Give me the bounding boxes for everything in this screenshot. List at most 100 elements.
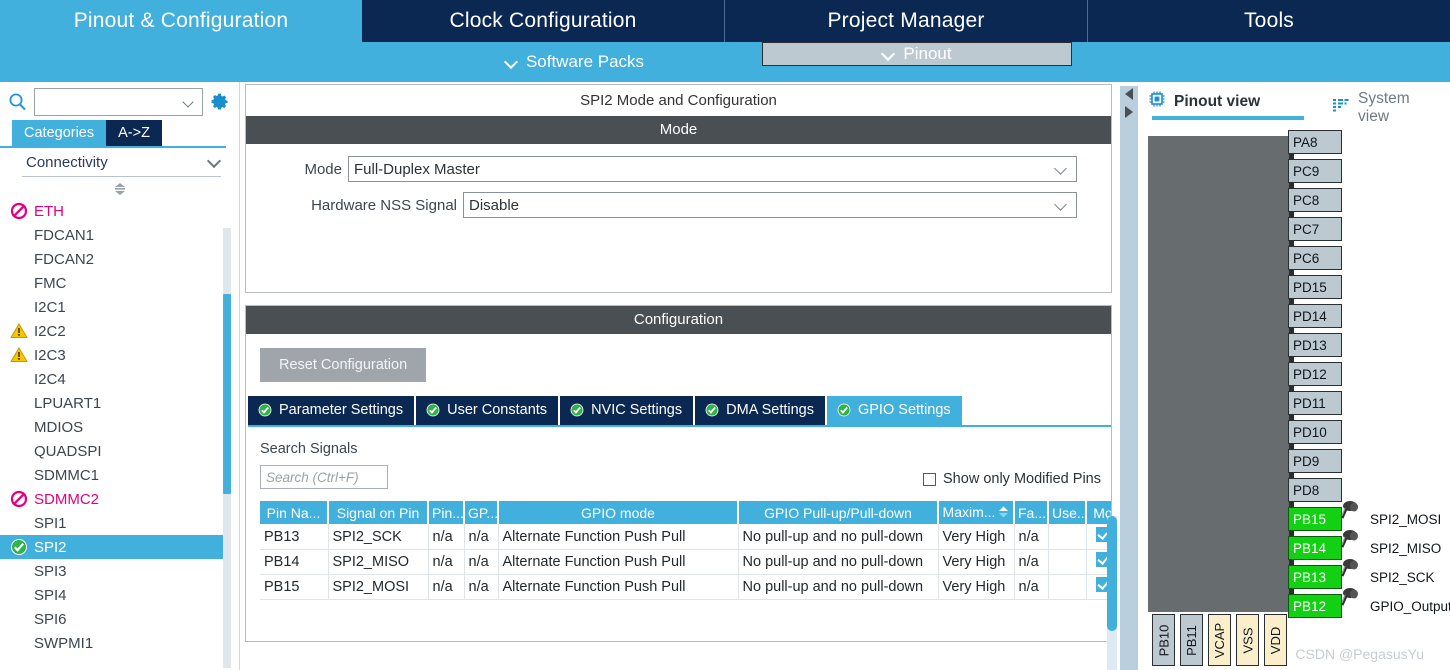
cell-gpio-pull[interactable]: No pull-up and no pull-down (738, 524, 939, 550)
chip-diagram[interactable]: PA8 PC9 PC8 PC7 PC6 PD15 PD14 PD13 PD12 PD11 PD10 P… (1148, 130, 1450, 670)
cell-gpio-mode[interactable]: Alternate Function Push Pull (498, 524, 739, 550)
chip-pin-PC8[interactable]: PC8 (1288, 188, 1342, 212)
table-row[interactable]: PB14 SPI2_MISO n/a n/a Alternate Function Pu… (260, 549, 1111, 575)
sidebar-item-i2c2[interactable]: I2C2 (0, 319, 239, 343)
chip-pin-PD10[interactable]: PD10 (1288, 420, 1342, 444)
chip-pin-PD11[interactable]: PD11 (1288, 391, 1342, 415)
tab-project-manager[interactable]: Project Manager (725, 0, 1088, 42)
gpio-table-header-2[interactable]: Pin... (428, 501, 465, 525)
chip-pin-PD14[interactable]: PD14 (1288, 304, 1342, 328)
gpio-table-header-1[interactable]: Signal on Pin (328, 501, 429, 525)
cell-user-label[interactable] (1048, 524, 1087, 550)
sidebar-item-i2c1[interactable]: I2C1 (0, 295, 239, 319)
cell-pin-context[interactable]: n/a (428, 524, 465, 550)
subnav-software-packs[interactable]: Software Packs (387, 42, 762, 82)
sidebar-item-spi2[interactable]: SPI2 (0, 535, 228, 559)
tab-clock-configuration[interactable]: Clock Configuration (362, 0, 725, 42)
table-row[interactable]: PB15 SPI2_MOSI n/a n/a Alternate Function Pu… (260, 574, 1111, 600)
chip-pin-PD9[interactable]: PD9 (1288, 449, 1342, 473)
chip-pin-PB13[interactable]: PB13 (1288, 565, 1342, 589)
sidebar-item-eth[interactable]: ETH (0, 199, 239, 223)
sidebar-item-lpuart1[interactable]: LPUART1 (0, 391, 239, 415)
chip-pin-PB14[interactable]: PB14 (1288, 536, 1342, 560)
sidebar-item-fdcan2[interactable]: FDCAN2 (0, 247, 239, 271)
cell-gpio-pull[interactable]: No pull-up and no pull-down (738, 549, 939, 575)
chip-pin-PD8[interactable]: PD8 (1288, 478, 1342, 502)
cell-maximum-speed[interactable]: Very High (938, 524, 1015, 550)
chip-bottom-pin-VSS[interactable]: VSS (1236, 614, 1259, 666)
hardware-nss-select[interactable]: Disable (463, 192, 1077, 218)
chip-bottom-pin-PB11[interactable]: PB11 (1180, 614, 1203, 666)
chip-bottom-pin-VDD[interactable]: VDD (1264, 614, 1287, 666)
sidebar-scrollbar[interactable] (223, 228, 231, 668)
chip-pin-PB12[interactable]: PB12 (1288, 594, 1342, 618)
sidebar-item-swpmi1[interactable]: SWPMI1 (0, 631, 239, 655)
splitter-expand-right-icon[interactable] (1122, 104, 1136, 125)
tab-pinout-view[interactable]: Pinout view (1138, 90, 1304, 113)
chip-pin-PB15[interactable]: PB15 (1288, 507, 1342, 531)
cell-pin-name[interactable]: PB13 (260, 524, 329, 550)
cell-gpio-output-level[interactable]: n/a (464, 574, 499, 600)
sidebar-tab-a-to-z[interactable]: A->Z (106, 120, 162, 146)
tab-system-view[interactable]: System view (1322, 90, 1432, 126)
cell-pin-context[interactable]: n/a (428, 549, 465, 575)
cell-pin-name[interactable]: PB14 (260, 549, 329, 575)
cell-gpio-output-level[interactable]: n/a (464, 549, 499, 575)
search-signals-input[interactable]: Search (Ctrl+F) (260, 465, 388, 489)
sidebar-scrollbar-thumb[interactable] (223, 294, 231, 494)
cell-maximum-speed[interactable]: Very High (938, 549, 1015, 575)
tab-pinout-configuration[interactable]: Pinout & Configuration (0, 0, 362, 42)
chip-pin-PC7[interactable]: PC7 (1288, 217, 1342, 241)
chip-bottom-pin-VCAP[interactable]: VCAP (1208, 614, 1231, 666)
gpio-table-header-8[interactable]: Use... (1048, 501, 1087, 525)
sidebar-item-spi6[interactable]: SPI6 (0, 607, 239, 631)
sidebar-item-spi1[interactable]: SPI1 (0, 511, 239, 535)
gpio-table-header-7[interactable]: Fa... (1014, 501, 1049, 525)
config-tab-parameter-settings[interactable]: Parameter Settings (248, 396, 417, 425)
cell-signal-on-pin[interactable]: SPI2_MOSI (328, 574, 429, 600)
chip-pin-PD13[interactable]: PD13 (1288, 333, 1342, 357)
mode-select[interactable]: Full-Duplex Master (348, 156, 1077, 182)
collapse-handle[interactable] (0, 177, 239, 199)
sidebar-item-mdios[interactable]: MDIOS (0, 415, 239, 439)
cell-gpio-mode[interactable]: Alternate Function Push Pull (498, 549, 739, 575)
cell-gpio-mode[interactable]: Alternate Function Push Pull (498, 574, 739, 600)
tab-tools[interactable]: Tools (1088, 0, 1450, 42)
gpio-table-header-0[interactable]: Pin Na... (260, 501, 329, 525)
chip-pin-PD15[interactable]: PD15 (1288, 275, 1342, 299)
chip-pin-PA8[interactable]: PA8 (1288, 130, 1342, 154)
show-only-modified-checkbox[interactable] (923, 472, 937, 486)
sidebar-item-sdmmc1[interactable]: SDMMC1 (0, 463, 239, 487)
sidebar-item-fmc[interactable]: FMC (0, 271, 239, 295)
cell-maximum-speed[interactable]: Very High (938, 574, 1015, 600)
sort-indicator-icon[interactable] (998, 505, 1009, 521)
configuration-scrollbar[interactable] (1107, 516, 1117, 670)
sidebar-item-sdmmc2[interactable]: SDMMC2 (0, 487, 239, 511)
config-tab-gpio-settings[interactable]: GPIO Settings (826, 396, 964, 425)
chip-pin-PD12[interactable]: PD12 (1288, 362, 1342, 386)
sidebar-item-i2c3[interactable]: I2C3 (0, 343, 239, 367)
chip-pin-PC6[interactable]: PC6 (1288, 246, 1342, 270)
gpio-table-header-6[interactable]: Maxim... (938, 501, 1015, 525)
panel-splitter[interactable] (1120, 82, 1138, 670)
sidebar-group-connectivity[interactable]: Connectivity (0, 148, 239, 173)
chip-bottom-pin-PB10[interactable]: PB10 (1152, 614, 1175, 666)
cell-fast-mode[interactable]: n/a (1014, 574, 1049, 600)
cell-user-label[interactable] (1048, 574, 1087, 600)
cell-pin-context[interactable]: n/a (428, 574, 465, 600)
cell-gpio-pull[interactable]: No pull-up and no pull-down (738, 574, 939, 600)
gpio-table-header-3[interactable]: GP... (464, 501, 499, 525)
sidebar-item-spi4[interactable]: SPI4 (0, 583, 239, 607)
reset-configuration-button[interactable]: Reset Configuration (260, 348, 427, 382)
sidebar-item-i2c4[interactable]: I2C4 (0, 367, 239, 391)
cell-signal-on-pin[interactable]: SPI2_SCK (328, 524, 429, 550)
config-tab-user-constants[interactable]: User Constants (416, 396, 561, 425)
sidebar-item-spi3[interactable]: SPI3 (0, 559, 239, 583)
cell-fast-mode[interactable]: n/a (1014, 524, 1049, 550)
configuration-scrollbar-thumb[interactable] (1107, 516, 1117, 631)
subnav-pinout[interactable]: Pinout (762, 42, 1072, 66)
cell-pin-name[interactable]: PB15 (260, 574, 329, 600)
cell-fast-mode[interactable]: n/a (1014, 549, 1049, 575)
gear-icon[interactable] (209, 91, 231, 113)
table-row[interactable]: PB13 SPI2_SCK n/a n/a Alternate Function Pus… (260, 524, 1111, 550)
